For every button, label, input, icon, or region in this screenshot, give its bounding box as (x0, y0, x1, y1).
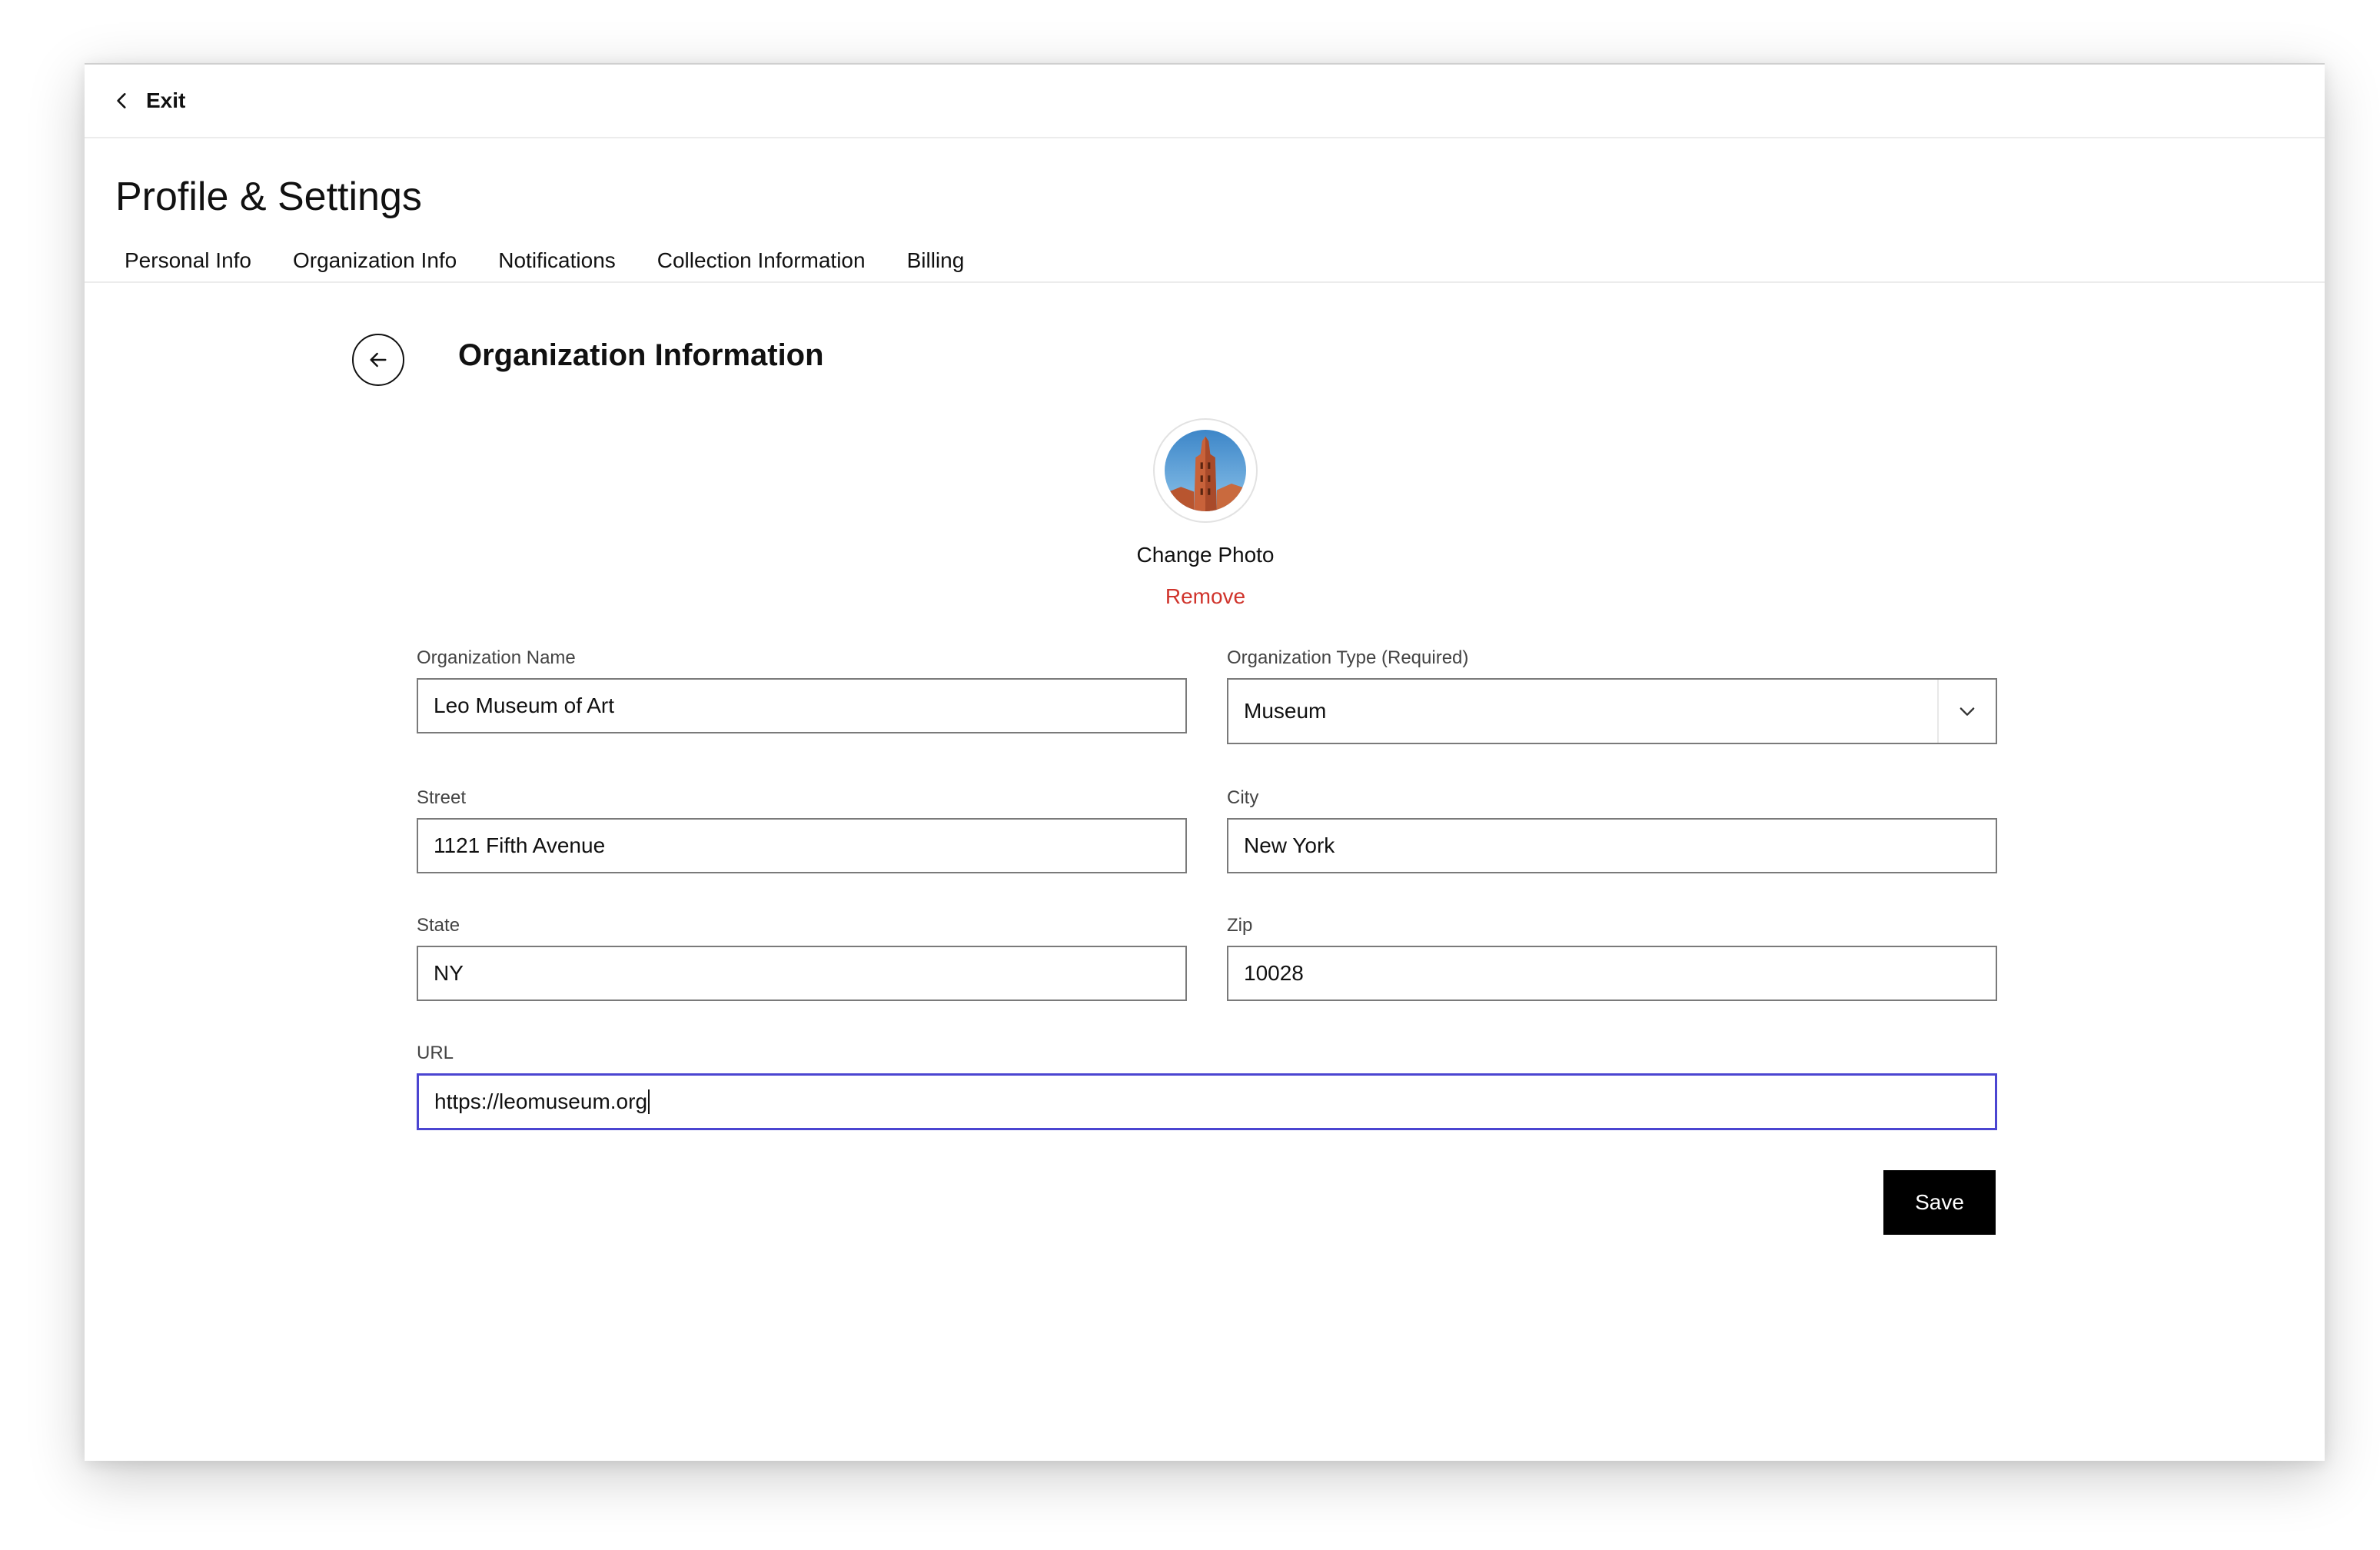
org-type-value: Museum (1244, 699, 1327, 723)
city-field[interactable]: New York (1227, 818, 1997, 873)
tab-personal-info[interactable]: Personal Info (125, 248, 251, 273)
org-name-value: Leo Museum of Art (434, 694, 615, 717)
exit-button[interactable]: Exit (112, 88, 185, 113)
zip-value: 10028 (1244, 961, 1304, 985)
url-label: URL (417, 1043, 454, 1063)
org-type-select[interactable]: Museum (1227, 678, 1997, 744)
top-bar: Exit (85, 65, 2325, 138)
select-dropdown-toggle[interactable] (1937, 680, 1996, 743)
arrow-left-icon (370, 352, 387, 368)
organization-avatar[interactable] (1153, 418, 1258, 523)
tab-collection-information[interactable]: Collection Information (657, 248, 866, 273)
org-name-field[interactable]: Leo Museum of Art (417, 678, 1187, 733)
tab-billing[interactable]: Billing (907, 248, 965, 273)
tab-organization-info[interactable]: Organization Info (293, 248, 457, 273)
street-value: 1121 Fifth Avenue (434, 833, 606, 857)
back-button[interactable] (352, 334, 404, 386)
tabs-divider (85, 281, 2325, 283)
section-title: Organization Information (458, 338, 824, 372)
settings-tabs: Personal Info Organization Info Notifica… (125, 243, 1006, 278)
save-button[interactable]: Save (1883, 1170, 1996, 1235)
change-photo-link[interactable]: Change Photo (1052, 543, 1359, 567)
settings-window: Exit Profile & Settings Personal Info Or… (85, 63, 2325, 1461)
street-label: Street (417, 787, 467, 808)
tab-notifications[interactable]: Notifications (498, 248, 616, 273)
zip-label: Zip (1227, 915, 1253, 936)
state-label: State (417, 915, 460, 936)
chevron-down-icon (1960, 707, 1975, 716)
exit-label: Exit (146, 88, 186, 112)
city-value: New York (1244, 833, 1335, 857)
city-label: City (1227, 787, 1259, 808)
state-value: NY (434, 961, 464, 985)
building-photo-icon (1165, 430, 1246, 511)
org-type-label: Organization Type (Required) (1227, 647, 1469, 668)
page-title: Profile & Settings (115, 175, 422, 219)
url-field[interactable]: https://leomuseum.org (417, 1073, 1997, 1130)
street-field[interactable]: 1121 Fifth Avenue (417, 818, 1187, 873)
remove-photo-link[interactable]: Remove (1052, 584, 1359, 609)
state-field[interactable]: NY (417, 946, 1187, 1001)
org-name-label: Organization Name (417, 647, 576, 668)
zip-field[interactable]: 10028 (1227, 946, 1997, 1001)
text-cursor (648, 1089, 650, 1114)
url-value: https://leomuseum.org (434, 1089, 648, 1113)
chevron-left-icon (117, 93, 126, 108)
